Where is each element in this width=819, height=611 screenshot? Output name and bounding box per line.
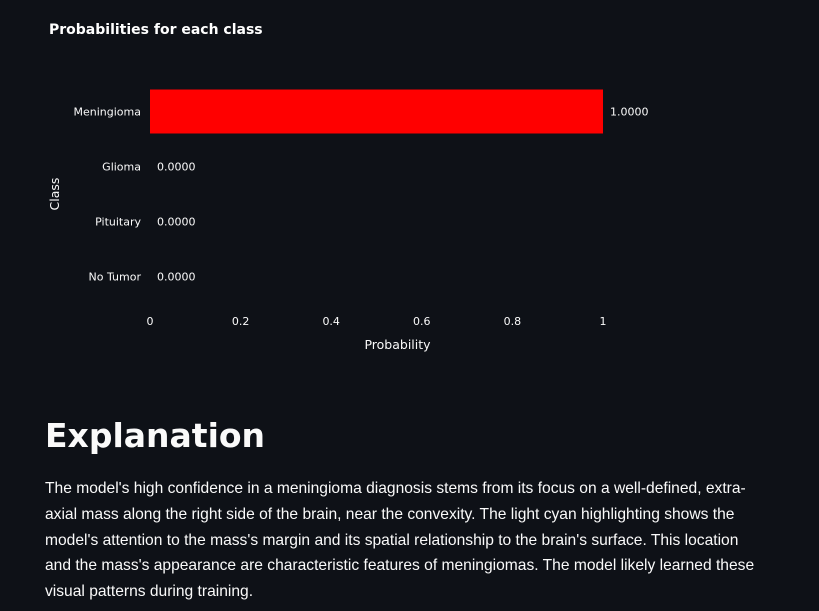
category-label-no-tumor: No Tumor	[89, 271, 142, 284]
category-label-glioma: Glioma	[102, 161, 141, 174]
probability-bar-chart: Probabilities for each class Meningioma 1…	[47, 22, 649, 352]
y-axis-title: Class	[47, 178, 62, 211]
value-label-pituitary: 0.0000	[157, 216, 196, 229]
bar-meningioma	[150, 89, 603, 134]
x-tick-label: 0.2	[232, 315, 250, 328]
explanation-text: The model's high confidence in a meningi…	[45, 480, 755, 601]
value-label-no-tumor: 0.0000	[157, 271, 196, 284]
explanation-heading: Explanation	[45, 416, 266, 455]
value-label-glioma: 0.0000	[157, 161, 196, 174]
x-tick-label: 0.6	[413, 315, 431, 328]
x-tick-label: 0.4	[322, 315, 340, 328]
x-tick-label: 0.8	[504, 315, 522, 328]
x-tick-label: 1	[600, 315, 607, 328]
category-label-pituitary: Pituitary	[95, 216, 141, 229]
chart-title: Probabilities for each class	[49, 22, 263, 38]
category-label-meningioma: Meningioma	[74, 106, 141, 119]
x-tick-label: 0	[147, 315, 154, 328]
x-axis-title: Probability	[364, 337, 431, 352]
value-label-meningioma: 1.0000	[610, 106, 649, 119]
